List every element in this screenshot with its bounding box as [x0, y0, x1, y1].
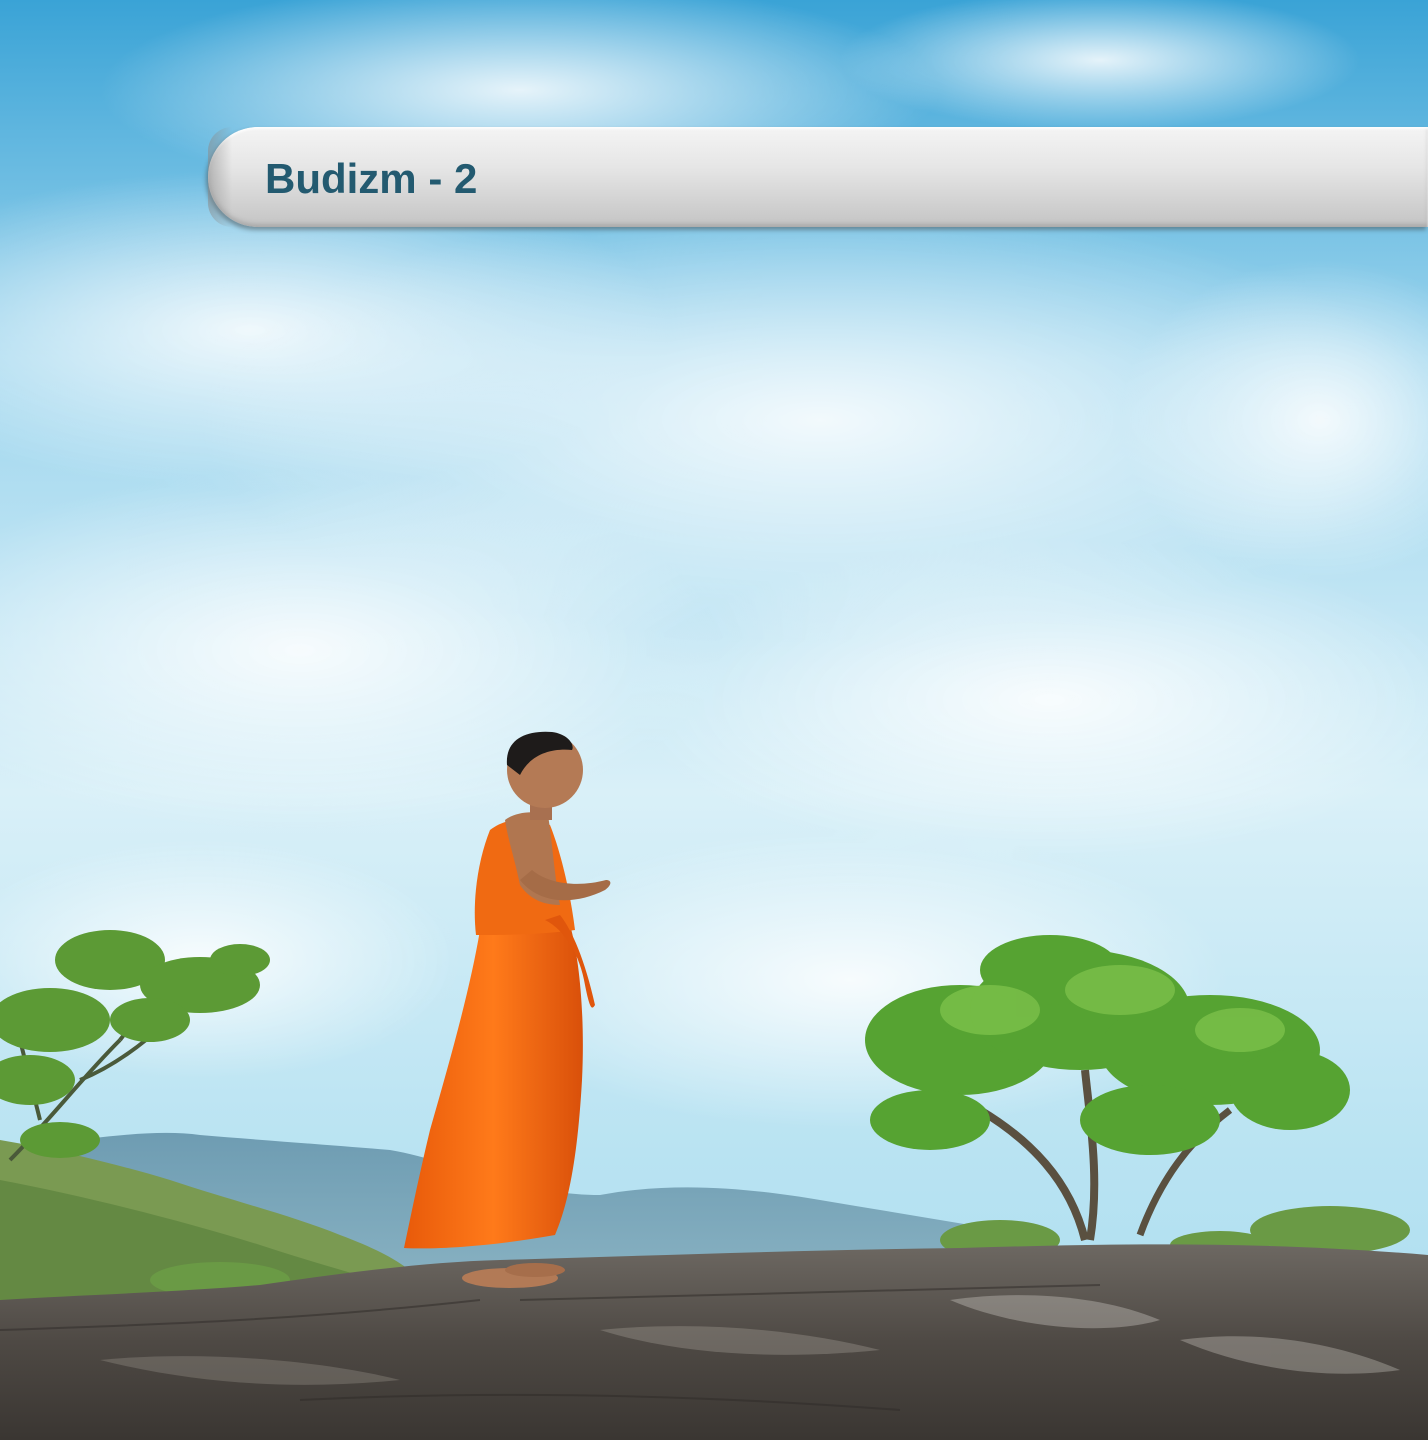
slide-title: Budizm - 2	[265, 155, 478, 202]
slide: Budizm - 2	[0, 0, 1428, 1440]
title-bar: Budizm - 2	[208, 127, 1428, 227]
